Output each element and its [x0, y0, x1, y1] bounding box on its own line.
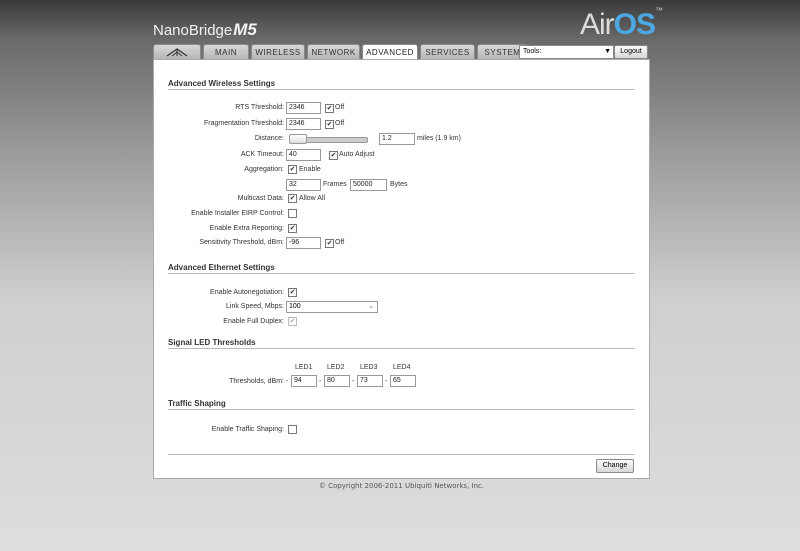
- distance-input[interactable]: 1.2: [379, 133, 415, 145]
- tools-dropdown-value: Tools:: [523, 48, 542, 55]
- tab-wireless[interactable]: WIRELESS: [251, 44, 305, 59]
- ack-timeout-label: ACK Timeout:: [240, 151, 284, 158]
- rts-threshold-input[interactable]: 2346: [286, 102, 321, 114]
- sensitivity-off-label: Off: [335, 239, 345, 246]
- fragmentation-threshold-label: Fragmentation Threshold:: [203, 120, 284, 127]
- section-divider: [168, 409, 635, 410]
- tab-advanced[interactable]: ADVANCED: [362, 44, 418, 60]
- led3-sign: -: [352, 378, 355, 385]
- main-tabs: MAIN WIRELESS NETWORK ADVANCED SERVICES …: [153, 44, 528, 60]
- ack-auto-adjust-checkbox[interactable]: [329, 151, 338, 160]
- full-duplex-checkbox[interactable]: [288, 317, 297, 326]
- aggregation-frames-input[interactable]: 32: [286, 179, 321, 191]
- product-model: M5: [233, 20, 257, 39]
- ubiquiti-logo-icon: [166, 47, 188, 56]
- link-speed-value: 100: [289, 303, 301, 310]
- sensitivity-off-checkbox[interactable]: [325, 239, 334, 248]
- section-title-wireless: Advanced Wireless Settings: [168, 79, 276, 88]
- thresholds-label: Thresholds, dBm:: [229, 378, 284, 385]
- airos-prefix: Air: [580, 8, 615, 41]
- led2-sign: -: [319, 378, 322, 385]
- led1-header: LED1: [295, 364, 313, 371]
- sensitivity-threshold-label: Sensitivity Threshold, dBm:: [199, 239, 284, 246]
- autonegotiation-label: Enable Autonegotiation:: [210, 289, 284, 296]
- multicast-allow-all-checkbox[interactable]: [288, 194, 297, 203]
- rts-off-checkbox[interactable]: [325, 104, 334, 113]
- fragmentation-off-label: Off: [335, 120, 345, 127]
- distance-label: Distance:: [254, 135, 284, 142]
- led4-sign: -: [385, 378, 388, 385]
- traffic-shaping-checkbox[interactable]: [288, 425, 297, 434]
- section-divider: [168, 273, 635, 274]
- sensitivity-threshold-input[interactable]: -96: [286, 237, 321, 249]
- led4-header: LED4: [393, 364, 411, 371]
- fragmentation-threshold-input[interactable]: 2346: [286, 118, 321, 130]
- link-speed-label: Link Speed, Mbps:: [226, 303, 284, 310]
- multicast-data-label: Multicast Data:: [237, 195, 284, 202]
- extra-reporting-label: Enable Extra Reporting:: [209, 225, 284, 232]
- led4-threshold-input[interactable]: 65: [390, 375, 416, 387]
- installer-eirp-label: Enable Installer EIRP Control:: [191, 210, 284, 217]
- section-divider: [168, 348, 635, 349]
- logout-button[interactable]: Logout: [614, 45, 648, 59]
- aggregation-enable-checkbox[interactable]: [288, 165, 297, 174]
- product-logo: NanoBridgeM5: [153, 20, 257, 40]
- tab-services[interactable]: SERVICES: [420, 44, 475, 59]
- link-speed-dropdown[interactable]: 100 ⌄: [286, 301, 378, 313]
- led1-sign: -: [286, 378, 289, 385]
- installer-eirp-checkbox[interactable]: [288, 209, 297, 218]
- copyright-text: © Copyright 2006-2011 Ubiquiti Networks,…: [318, 482, 485, 490]
- section-title-ethernet: Advanced Ethernet Settings: [168, 263, 275, 272]
- section-divider: [168, 89, 635, 90]
- section-title-led: Signal LED Thresholds: [168, 338, 256, 347]
- aggregation-label: Aggregation:: [244, 166, 284, 173]
- change-button[interactable]: Change: [596, 459, 634, 473]
- tab-main[interactable]: MAIN: [203, 44, 249, 59]
- tab-network[interactable]: NETWORK: [307, 44, 360, 59]
- chevron-down-icon: ⌄: [368, 303, 374, 310]
- distance-slider-handle[interactable]: [289, 134, 307, 144]
- rts-off-label: Off: [335, 104, 345, 111]
- rts-threshold-label: RTS Threshold:: [235, 104, 284, 111]
- section-title-traffic-shaping: Traffic Shaping: [168, 399, 226, 408]
- led1-threshold-input[interactable]: 94: [291, 375, 317, 387]
- product-name: NanoBridge: [153, 22, 233, 39]
- aggregation-enable-label: Enable: [299, 166, 321, 173]
- traffic-shaping-label: Enable Traffic Shaping:: [211, 426, 284, 433]
- trademark: ™: [655, 6, 663, 15]
- ack-auto-adjust-label: Auto Adjust: [339, 151, 375, 158]
- airos-logo: AirOS™: [580, 6, 663, 42]
- tab-ubiquiti-logo[interactable]: [153, 44, 201, 59]
- led2-threshold-input[interactable]: 80: [324, 375, 350, 387]
- aggregation-bytes-input[interactable]: 50000: [350, 179, 387, 191]
- distance-unit: miles (1.9 km): [417, 135, 461, 142]
- multicast-allow-all-label: Allow All: [299, 195, 326, 202]
- fragmentation-off-checkbox[interactable]: [325, 120, 334, 129]
- footer-divider: [168, 454, 635, 455]
- tools-dropdown[interactable]: Tools: ▼: [519, 45, 614, 59]
- chevron-down-icon: ▼: [604, 48, 611, 55]
- led3-threshold-input[interactable]: 73: [357, 375, 383, 387]
- led3-header: LED3: [360, 364, 378, 371]
- settings-panel: Advanced Wireless Settings RTS Threshold…: [153, 59, 650, 479]
- extra-reporting-checkbox[interactable]: [288, 224, 297, 233]
- led2-header: LED2: [327, 364, 345, 371]
- aggregation-frames-label: Frames: [323, 181, 347, 188]
- ack-timeout-input[interactable]: 40: [286, 149, 321, 161]
- airos-suffix: OS: [613, 8, 656, 41]
- full-duplex-label: Enable Full Duplex:: [223, 318, 284, 325]
- autonegotiation-checkbox[interactable]: [288, 288, 297, 297]
- aggregation-bytes-label: Bytes: [390, 181, 408, 188]
